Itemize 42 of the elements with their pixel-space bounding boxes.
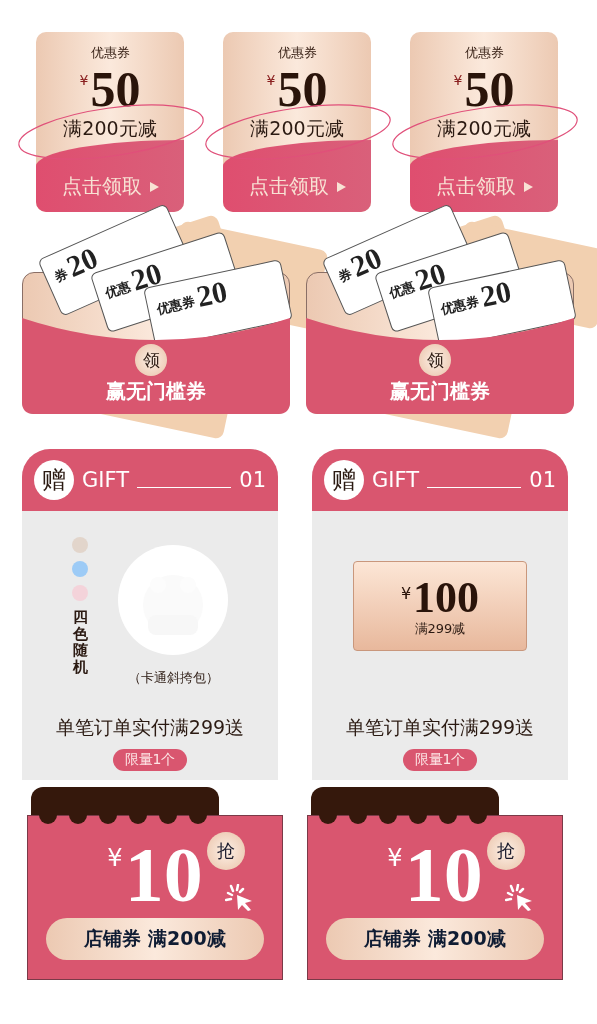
gift-title: GIFT [372,468,419,492]
play-icon [523,181,533,192]
currency-sign: ¥ [266,72,276,88]
voucher-amount: 100 [413,576,480,620]
coupon-label: 优惠券 [464,44,504,62]
currency-sign: ¥ [453,72,463,88]
grab-badge[interactable]: 抢 [486,832,525,870]
coupon-amount: 50 [277,64,328,114]
claim-badge[interactable]: 领 [135,344,167,376]
coupon-amount: 10 [124,836,203,914]
coupon-condition: 满200元减 [250,116,344,141]
currency-sign: ¥ [79,72,89,88]
voucher-condition: 满299减 [414,620,466,638]
claim-badge[interactable]: 领 [419,344,451,376]
gift-title: GIFT [82,468,129,492]
gift-number: 01 [239,468,266,492]
play-icon [149,181,159,192]
grab-badge[interactable]: 抢 [206,832,245,870]
gift-description: 单笔订单实付满299送 [55,715,245,740]
currency-sign: ¥ [387,844,403,872]
store-coupon-label: 店铺券 满200减 [46,918,264,960]
gift-number: 01 [529,468,556,492]
gift-badge: 赠 [34,460,74,500]
play-icon [336,181,346,192]
limit-tag: 限量1个 [402,749,478,771]
gift-description: 单笔订单实付满299送 [345,715,535,740]
coupon-label: 优惠券 [277,44,317,62]
envelope-title: 赢无门槛券 [106,378,206,405]
limit-tag: 限量1个 [112,749,188,771]
coupon-amount: 10 [404,836,483,914]
coupon-condition: 满200元减 [437,116,531,141]
currency-sign: ¥ [107,844,123,872]
color-note: 四色随机 [72,609,88,675]
gift-caption: （卡通斜挎包） [127,669,219,687]
store-coupon-label: 店铺券 满200减 [326,918,544,960]
coupon-amount: 50 [90,64,141,114]
coupon-label: 优惠券 [90,44,130,62]
gift-badge: 赠 [324,460,364,500]
coupon-condition: 满200元减 [63,116,157,141]
coupon-amount: 50 [464,64,515,114]
currency-sign: ¥ [400,584,412,603]
envelope-title: 赢无门槛券 [390,378,490,405]
